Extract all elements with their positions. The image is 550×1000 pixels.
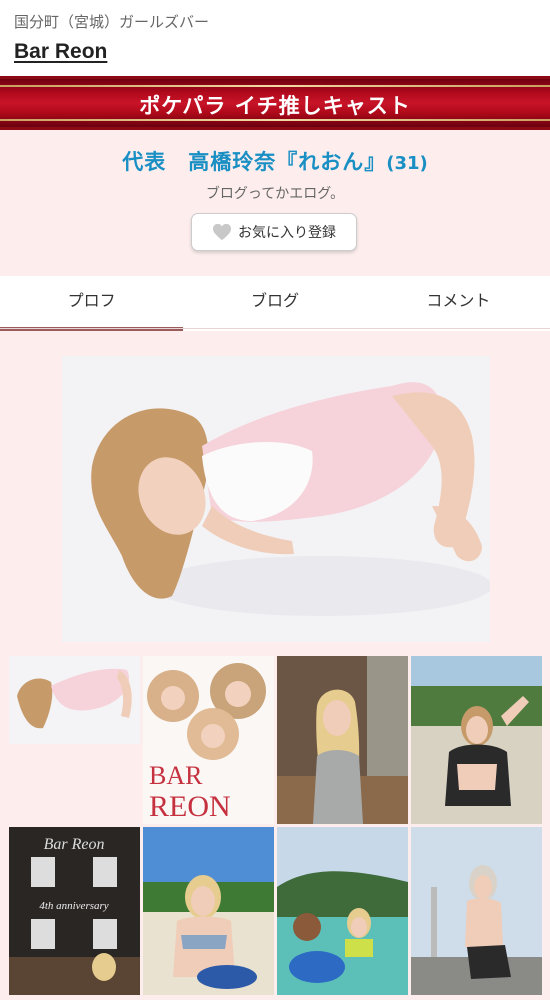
tabs-divider xyxy=(0,328,550,329)
anniversary-title: Bar Reon xyxy=(44,836,105,853)
thumbnail-7[interactable] xyxy=(277,827,408,995)
tab-profile[interactable]: プロフ xyxy=(0,276,184,331)
banner-title: ポケパラ イチ推しキャスト xyxy=(139,94,411,118)
thumbnail-2[interactable]: BAR REON xyxy=(143,656,274,824)
thumbnail-8[interactable] xyxy=(411,827,542,995)
anniversary-text: 4th anniversary xyxy=(39,900,108,912)
thumbnail-1[interactable] xyxy=(9,656,140,824)
thumbnail-4[interactable] xyxy=(411,656,542,824)
cast-name-text: 代表 高橋玲奈『れおん』 xyxy=(122,150,387,174)
cast-profile-header: 代表 高橋玲奈『れおん』(31) ブログってかエログ。 お気に入り登録 xyxy=(0,130,550,276)
poster-text-reon: REON xyxy=(149,790,231,823)
thumbnail-image xyxy=(411,656,542,824)
thumbnail-image xyxy=(411,827,542,995)
shop-name-link[interactable]: Bar Reon xyxy=(14,40,107,64)
poster-text-bar: BAR xyxy=(149,761,203,790)
thumbnail-image xyxy=(143,827,274,995)
thumbnail-image xyxy=(9,656,140,824)
cast-catchphrase: ブログってかエログ。 xyxy=(205,186,345,202)
featured-cast-banner: ポケパラ イチ推しキャスト xyxy=(0,76,550,130)
tab-comment[interactable]: コメント xyxy=(367,276,550,331)
top-header: 国分町（宮城）ガールズバー Bar Reon xyxy=(0,0,550,76)
profile-tabs: プロフ ブログ コメント xyxy=(0,276,550,331)
heart-icon xyxy=(213,223,231,241)
thumbnail-image: Bar Reon 4th anniversary xyxy=(9,827,140,995)
main-photo-image xyxy=(62,356,490,642)
thumbnail-image xyxy=(277,827,408,995)
favorite-label: お気に入り登録 xyxy=(238,225,336,241)
cast-age: (31) xyxy=(386,153,428,174)
photo-thumbnail-grid: BAR REON Bar Reon 4th anniversary xyxy=(9,656,542,995)
thumbnail-3[interactable] xyxy=(277,656,408,824)
cast-name: 代表 高橋玲奈『れおん』(31) xyxy=(0,146,550,176)
main-cast-photo[interactable] xyxy=(62,356,490,642)
tab-blog[interactable]: ブログ xyxy=(183,276,366,331)
thumbnail-image: BAR REON xyxy=(143,656,274,824)
area-category-text: 国分町（宮城）ガールズバー xyxy=(14,13,210,31)
thumbnail-5[interactable]: Bar Reon 4th anniversary xyxy=(9,827,140,995)
add-favorite-button[interactable]: お気に入り登録 xyxy=(191,213,357,251)
thumbnail-image xyxy=(277,656,408,824)
thumbnail-6[interactable] xyxy=(143,827,274,995)
